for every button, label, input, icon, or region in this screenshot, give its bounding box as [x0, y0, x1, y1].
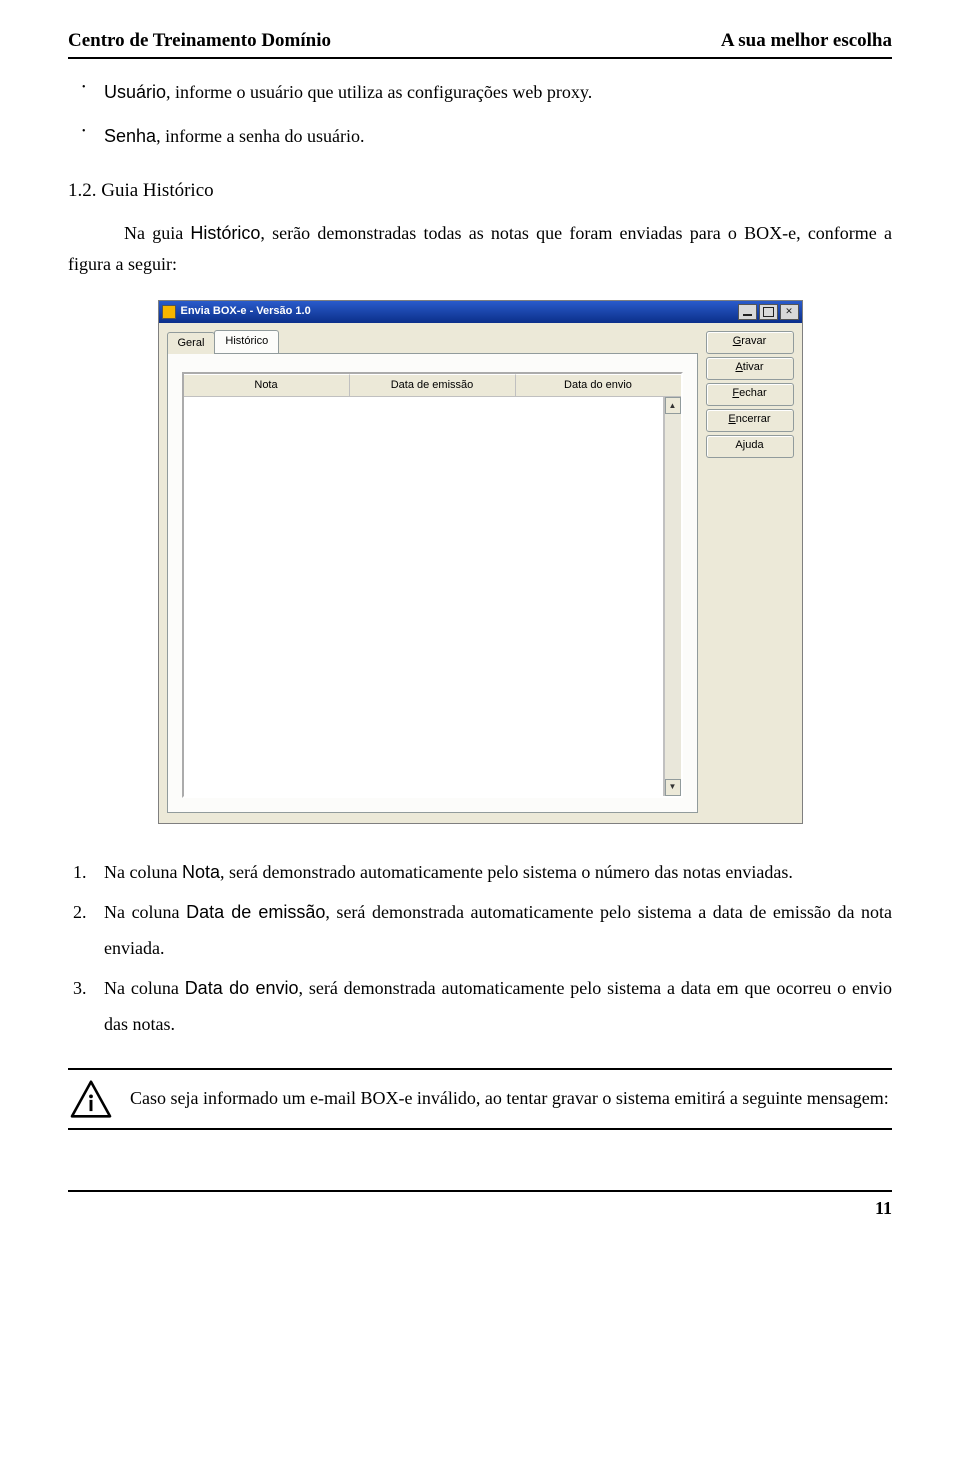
section-title: 1.2. Guia Histórico — [68, 178, 892, 205]
tab-geral[interactable]: Geral — [167, 332, 216, 353]
grid-body — [184, 397, 664, 796]
ajuda-label: uda — [745, 438, 763, 453]
bullet-usuario: Usuário, informe o usuário que utiliza a… — [104, 77, 892, 108]
gravar-mnemonic: G — [733, 334, 742, 349]
tab-historico-label: Histórico — [225, 335, 268, 347]
n3-pre: Na coluna — [104, 978, 185, 998]
numbered-list: 1. Na coluna Nota, será demonstrado auto… — [68, 854, 892, 1042]
tab-historico[interactable]: Histórico — [214, 330, 279, 352]
n2-pre: Na coluna — [104, 902, 186, 922]
bullet-usuario-label: Usuário — [104, 82, 166, 102]
n1-post: , será demonstrado automaticamente pelo … — [220, 862, 793, 882]
app-icon — [162, 305, 176, 319]
header-right: A sua melhor escolha — [721, 28, 892, 55]
n3-keyword: Data do envio — [185, 978, 299, 998]
column-data-envio[interactable]: Data do envio — [516, 374, 681, 396]
section-intro: Na guia Histórico, serão demonstradas to… — [68, 218, 892, 279]
column-nota[interactable]: Nota — [184, 374, 350, 396]
page-header: Centro de Treinamento Domínio A sua melh… — [68, 28, 892, 59]
fechar-mnemonic: F — [732, 386, 739, 401]
window-title: Envia BOX-e - Versão 1.0 — [181, 304, 736, 319]
bullet-senha-text: , informe a senha do usuário. — [156, 126, 364, 146]
intro-pre: Na guia — [124, 223, 190, 243]
n1-keyword: Nota — [182, 862, 220, 882]
warning-icon — [68, 1078, 114, 1120]
gravar-button[interactable]: Gravar — [706, 331, 794, 354]
grid-header: Nota Data de emissão Data do envio — [184, 374, 681, 397]
tab-content: Nota Data de emissão Data do envio ▲ ▼ — [167, 353, 698, 813]
vertical-scrollbar[interactable]: ▲ ▼ — [664, 397, 681, 796]
n1-pre: Na coluna — [104, 862, 182, 882]
num-item-1: 1. Na coluna Nota, será demonstrado auto… — [68, 854, 892, 890]
page-number: 11 — [68, 1196, 892, 1221]
ativar-button[interactable]: Ativar — [706, 357, 794, 380]
bullet-senha: Senha, informe a senha do usuário. — [104, 121, 892, 152]
tab-strip: Geral Histórico — [167, 331, 698, 353]
n2-keyword: Data de emissão — [186, 902, 325, 922]
tab-geral-label: Geral — [178, 337, 205, 349]
encerrar-button[interactable]: Encerrar — [706, 409, 794, 432]
maximize-button[interactable] — [759, 304, 778, 320]
column-data-emissao[interactable]: Data de emissão — [350, 374, 516, 396]
encerrar-label: ncerrar — [736, 412, 771, 427]
bullet-list: Usuário, informe o usuário que utiliza a… — [68, 77, 892, 152]
fechar-label: echar — [739, 386, 767, 401]
header-left: Centro de Treinamento Domínio — [68, 28, 331, 55]
info-text: Caso seja informado um e-mail BOX-e invá… — [130, 1085, 892, 1113]
ativar-label: tivar — [743, 360, 764, 375]
encerrar-mnemonic: E — [728, 412, 735, 427]
bullet-usuario-text: , informe o usuário que utiliza as confi… — [166, 82, 592, 102]
app-window: Envia BOX-e - Versão 1.0 Geral Histórico… — [158, 300, 803, 824]
bullet-senha-label: Senha — [104, 126, 156, 146]
ajuda-button[interactable]: Ajuda — [706, 435, 794, 458]
ativar-mnemonic: A — [735, 360, 742, 375]
fechar-button[interactable]: Fechar — [706, 383, 794, 406]
close-window-button[interactable] — [780, 304, 799, 320]
data-grid: Nota Data de emissão Data do envio ▲ ▼ — [182, 372, 683, 798]
ajuda-pre: A — [735, 438, 742, 453]
num-item-2: 2. Na coluna Data de emissão, será demon… — [68, 894, 892, 966]
minimize-button[interactable] — [738, 304, 757, 320]
scroll-down-button[interactable]: ▼ — [665, 779, 681, 796]
button-column: Gravar Ativar Fechar Encerrar Ajuda — [706, 331, 794, 813]
info-callout: Caso seja informado um e-mail BOX-e invá… — [68, 1068, 892, 1130]
footer-rule — [68, 1190, 892, 1192]
num-item-3: 3. Na coluna Data do envio, será demonst… — [68, 970, 892, 1042]
gravar-label: ravar — [741, 334, 766, 349]
scroll-up-button[interactable]: ▲ — [665, 397, 681, 414]
intro-keyword: Histórico — [190, 223, 260, 243]
window-titlebar: Envia BOX-e - Versão 1.0 — [159, 301, 802, 323]
